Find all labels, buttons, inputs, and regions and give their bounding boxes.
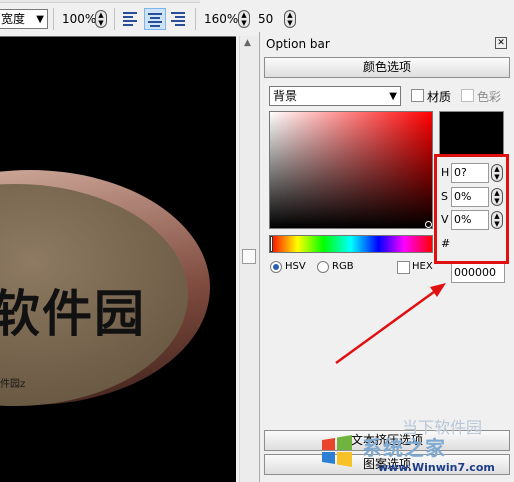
watermark-brand: 系统之家 (362, 436, 446, 460)
windows-logo-icon (322, 435, 352, 467)
watermark: 当下软件园 系统之家 www.Winwin7.com (318, 418, 514, 482)
annotation-arrow (335, 283, 446, 365)
watermark-site: www.Winwin7.com (378, 461, 495, 474)
